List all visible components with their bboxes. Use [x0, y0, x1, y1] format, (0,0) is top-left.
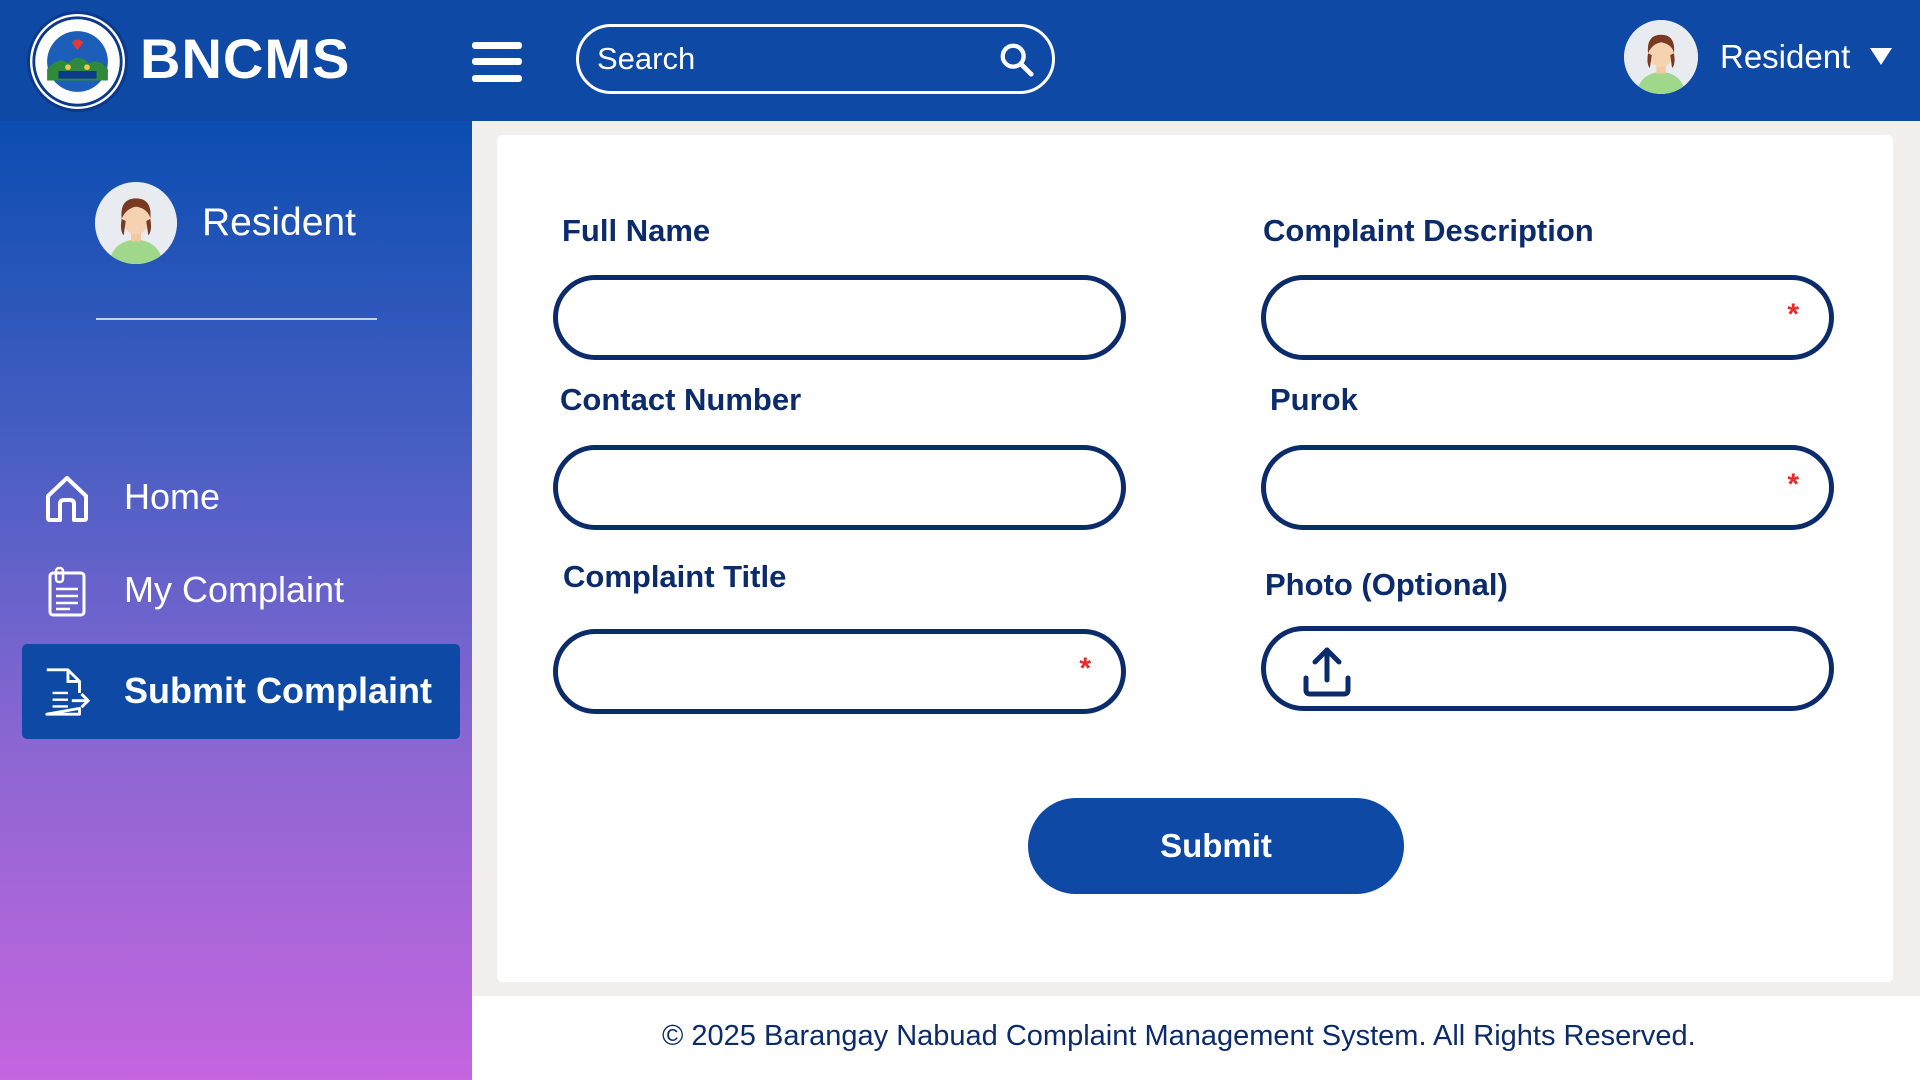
- search-icon[interactable]: [998, 41, 1036, 79]
- complaint-description-field-box: *: [1261, 275, 1834, 360]
- complaint-description-label: Complaint Description: [1263, 213, 1594, 248]
- full-name-label: Full Name: [562, 213, 711, 248]
- sidebar: Resident Home My Complaint Submit Compla…: [0, 121, 472, 1080]
- home-icon: [46, 476, 88, 522]
- contact-number-label: Contact Number: [560, 382, 802, 417]
- purok-input[interactable]: [1294, 464, 1764, 510]
- sidebar-item-submit-complaint[interactable]: Submit Complaint: [22, 644, 460, 739]
- search-input[interactable]: [597, 35, 977, 83]
- hamburger-menu-icon[interactable]: [472, 40, 522, 84]
- sidebar-item-label: My Complaint: [124, 569, 345, 610]
- complaint-title-label: Complaint Title: [563, 559, 787, 594]
- complaint-form-card: Full Name Contact Number Complaint Title…: [497, 135, 1893, 982]
- clipboard-icon: [48, 566, 86, 617]
- sidebar-divider: [96, 318, 377, 320]
- submit-document-icon: [45, 668, 91, 716]
- sidebar-item-my-complaint[interactable]: My Complaint: [22, 543, 460, 638]
- top-bar: BNCMS Resident: [0, 0, 1920, 121]
- user-menu-label[interactable]: Resident: [1720, 38, 1850, 76]
- contact-number-input[interactable]: [586, 464, 1056, 510]
- footer-copyright: © 2025 Barangay Nabuad Complaint Managem…: [662, 1020, 1696, 1052]
- barangay-seal-logo: [27, 11, 128, 112]
- photo-label: Photo (Optional): [1265, 567, 1508, 602]
- contact-number-field-box: [553, 445, 1126, 530]
- caret-down-icon[interactable]: [1870, 48, 1892, 65]
- brand-name: BNCMS: [140, 27, 351, 90]
- photo-upload-field[interactable]: [1261, 626, 1834, 711]
- full-name-input[interactable]: [586, 294, 1056, 340]
- required-marker: *: [1787, 468, 1799, 501]
- required-marker: *: [1787, 298, 1799, 331]
- purok-field-box: *: [1261, 445, 1834, 530]
- upload-icon[interactable]: [1300, 644, 1354, 698]
- avatar[interactable]: [1624, 20, 1698, 94]
- search-box: [576, 24, 1055, 94]
- complaint-title-input[interactable]: [586, 648, 1056, 694]
- full-name-field-box: [553, 275, 1126, 360]
- complaint-title-field-box: *: [553, 629, 1126, 714]
- sidebar-item-label: Submit Complaint: [124, 670, 432, 711]
- submit-button[interactable]: Submit: [1028, 798, 1404, 894]
- sidebar-user-label: Resident: [202, 201, 356, 244]
- sidebar-item-label: Home: [124, 476, 221, 517]
- complaint-description-input[interactable]: [1294, 294, 1764, 340]
- required-marker: *: [1079, 652, 1091, 685]
- sidebar-avatar: [95, 182, 177, 264]
- footer: © 2025 Barangay Nabuad Complaint Managem…: [472, 996, 1920, 1080]
- purok-label: Purok: [1270, 382, 1358, 417]
- sidebar-item-home[interactable]: Home: [22, 450, 460, 545]
